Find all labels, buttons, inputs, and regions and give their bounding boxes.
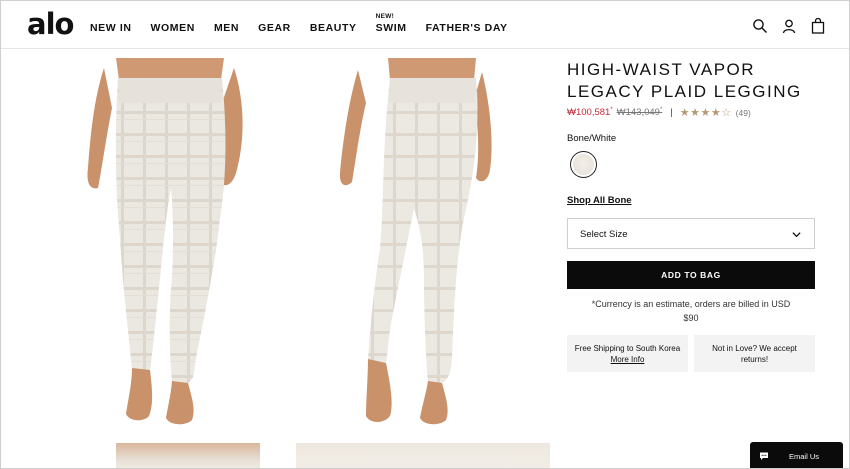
sale-price-value: ₩100,581 <box>567 107 611 118</box>
price-rating-row: ₩100,581* ₩143,049* | ★★★★☆ (49) <box>567 106 817 119</box>
page: alo NEW IN WOMEN MEN GEAR BEAUTY NEW! SW… <box>0 0 850 469</box>
more-info-link[interactable]: More Info <box>567 354 688 365</box>
add-to-bag-button[interactable]: ADD TO BAG <box>567 261 815 289</box>
nav-item-beauty[interactable]: BEAUTY <box>310 22 357 34</box>
sale-price-mark: * <box>610 107 613 113</box>
thumbnail-image[interactable] <box>296 443 550 468</box>
color-name: Bone/White <box>567 133 617 144</box>
star-icon: ★ <box>679 107 691 119</box>
nav-label: MEN <box>213 22 240 34</box>
product-title: HIGH-WAIST VAPOR LEGACY PLAID LEGGING <box>567 59 817 103</box>
email-us-label: Email Us <box>789 451 820 461</box>
new-badge: NEW! <box>375 13 395 20</box>
sale-price: ₩100,581* <box>567 107 613 118</box>
currency-note-text: *Currency is an estimate, orders are bil… <box>591 299 791 309</box>
swatch-fill <box>573 154 594 175</box>
nav-label: WOMEN <box>150 22 195 34</box>
returns-text-2: returns! <box>740 355 769 364</box>
chat-icon <box>760 452 768 460</box>
shipping-info-box: Free Shipping to South Korea More Info <box>567 335 688 372</box>
currency-note: *Currency is an estimate, orders are bil… <box>567 297 815 325</box>
returns-text: Not in Love? We accept <box>712 344 797 353</box>
nav-item-gear[interactable]: GEAR <box>258 22 291 34</box>
product-title-line: HIGH-WAIST VAPOR <box>567 60 756 79</box>
thumbnail-image[interactable] <box>116 443 260 468</box>
original-price-mark: * <box>659 107 663 113</box>
size-select-label: Select Size <box>580 229 628 240</box>
nav-item-fathers-day[interactable]: FATHER'S DAY <box>426 22 508 34</box>
star-icon: ★ <box>690 107 701 119</box>
shop-all-link[interactable]: Shop All Bone <box>567 195 632 206</box>
nav-item-men[interactable]: MEN <box>214 22 239 34</box>
original-price: ₩143,049* <box>617 107 663 118</box>
nav-label: GEAR <box>258 22 291 34</box>
color-swatch-bone-white[interactable] <box>570 151 597 178</box>
nav-label: BEAUTY <box>309 22 357 34</box>
usd-price: $90 <box>683 313 699 323</box>
product-image-side[interactable] <box>296 58 550 433</box>
product-image-front[interactable] <box>46 58 300 433</box>
star-icon: ★ <box>700 107 711 119</box>
account-icon[interactable] <box>781 18 797 34</box>
legging-image-front <box>87 58 243 425</box>
star-icon: ★ <box>710 107 722 119</box>
star-outline-icon: ☆ <box>721 107 732 119</box>
site-header: alo NEW IN WOMEN MEN GEAR BEAUTY NEW! SW… <box>1 1 849 49</box>
nav-label: FATHER'S DAY <box>425 22 508 34</box>
nav-item-women[interactable]: WOMEN <box>151 22 195 34</box>
brand-logo[interactable]: alo <box>27 7 74 41</box>
product-title-line: LEGACY PLAID LEGGING <box>567 82 802 101</box>
star-rating[interactable]: ★★★★☆ <box>680 106 732 119</box>
nav-item-swim[interactable]: NEW! SWIM <box>375 13 407 34</box>
bag-icon[interactable] <box>810 18 826 34</box>
original-price-value: ₩143,049 <box>616 107 660 118</box>
nav-label: NEW IN <box>90 22 132 34</box>
search-icon[interactable] <box>752 18 768 34</box>
nav-label: SWIM <box>375 22 407 34</box>
size-select[interactable]: Select Size <box>567 218 815 249</box>
main-nav: NEW IN WOMEN MEN GEAR BEAUTY NEW! SWIM F… <box>90 13 527 34</box>
nav-item-new-in[interactable]: NEW IN <box>90 22 132 34</box>
email-us-button[interactable]: Email Us <box>750 442 843 468</box>
legging-image-side <box>339 58 492 425</box>
divider: | <box>670 107 673 118</box>
returns-info-box: Not in Love? We accept returns! <box>694 335 815 372</box>
review-count[interactable]: (49) <box>736 108 751 118</box>
chevron-down-icon <box>792 232 801 238</box>
shipping-text: Free Shipping to South Korea <box>574 344 681 353</box>
